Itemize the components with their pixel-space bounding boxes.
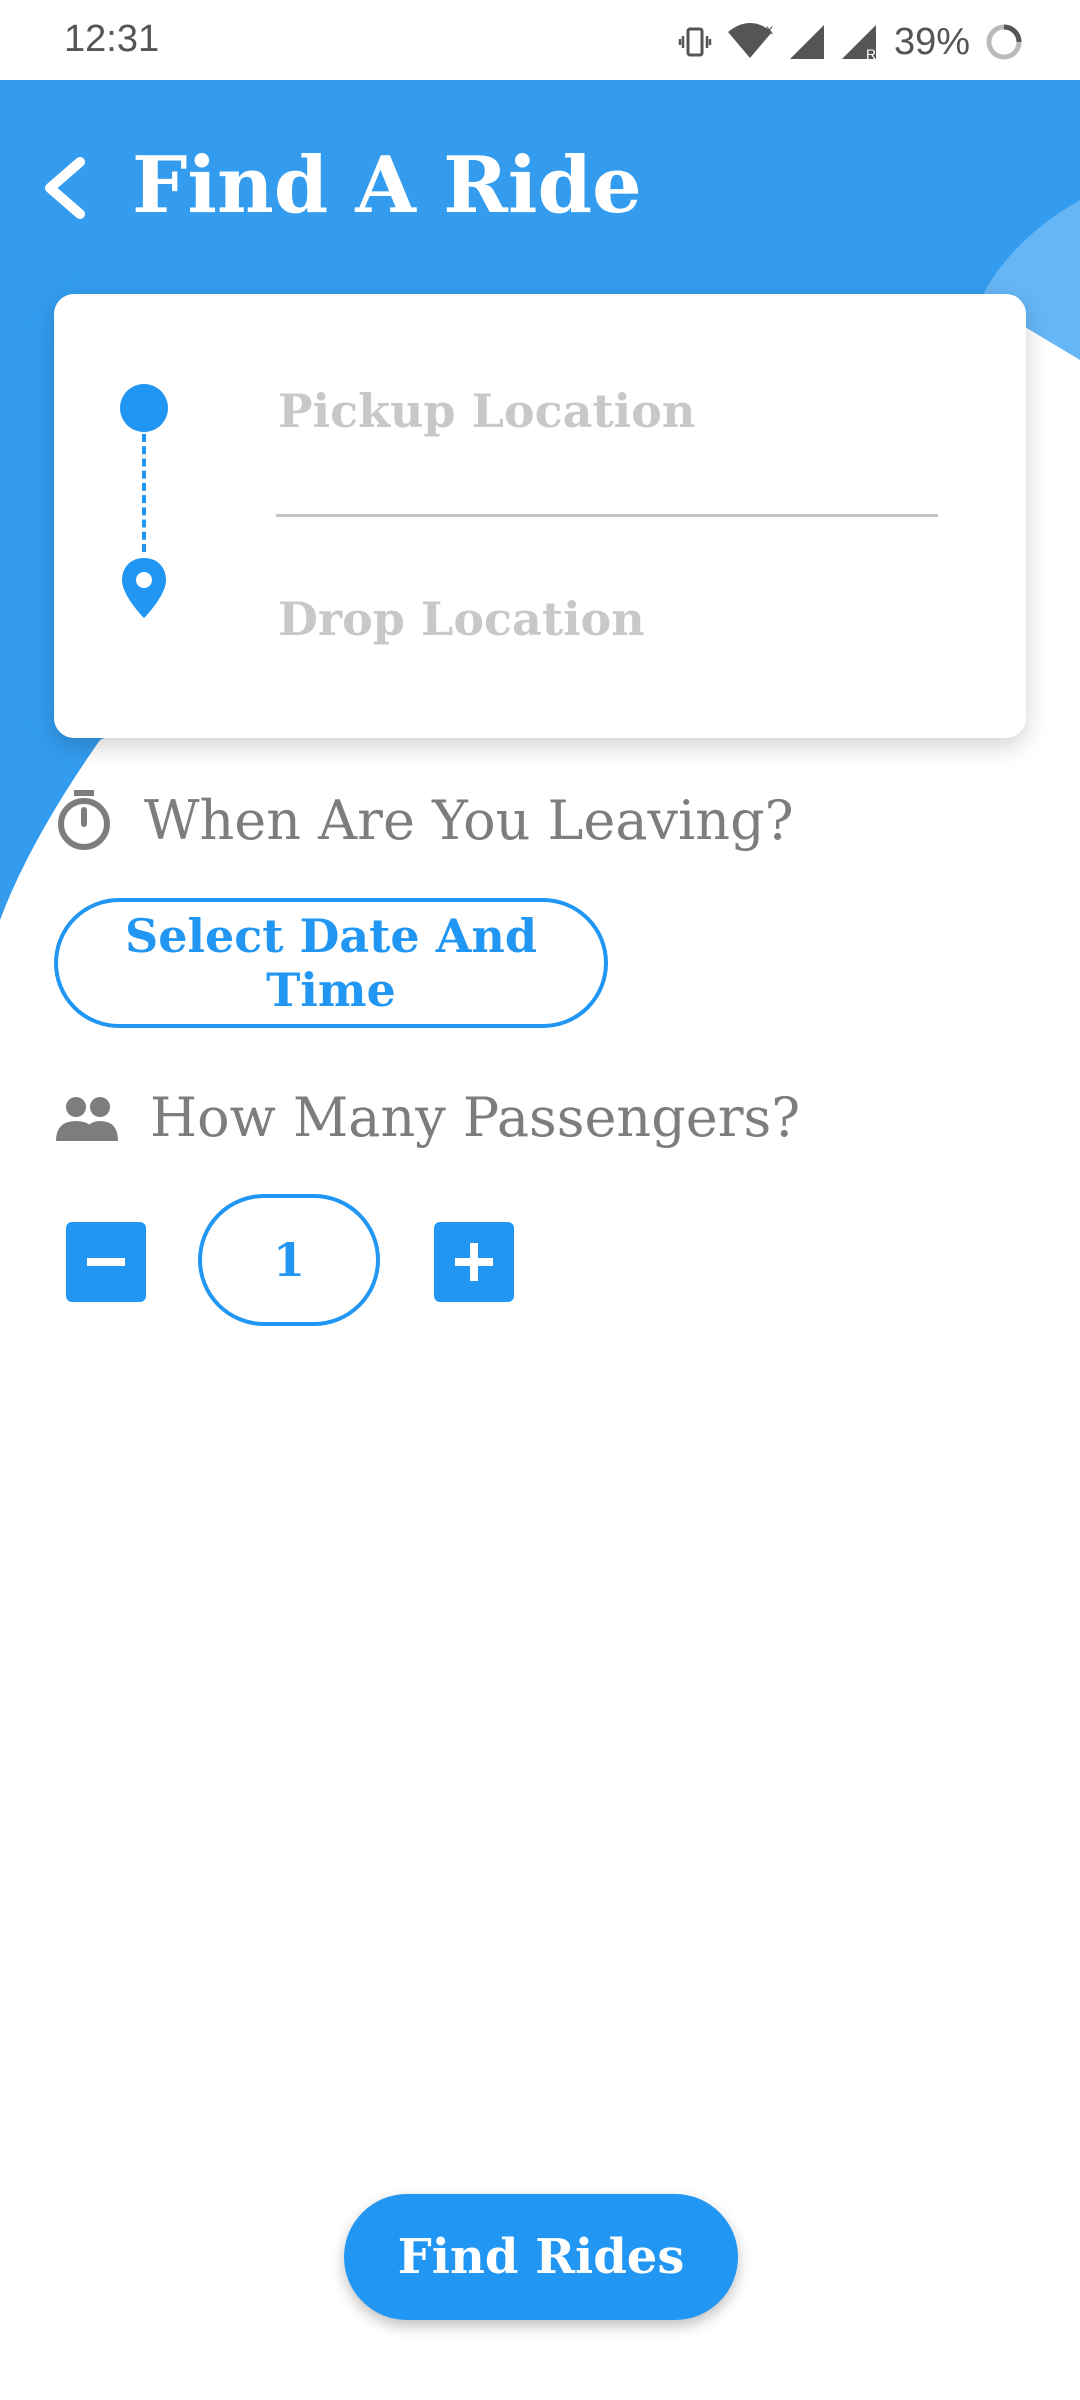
passengers-section-header: How Many Passengers? <box>54 1086 800 1149</box>
signal-roaming-icon: R <box>841 25 876 61</box>
location-pin-icon <box>122 558 166 618</box>
wifi-icon: x <box>727 22 773 58</box>
signal-icon <box>789 25 824 59</box>
decrement-passengers-button[interactable] <box>66 1222 146 1302</box>
find-rides-button[interactable]: Find Rides <box>344 2194 738 2320</box>
passengers-label: How Many Passengers? <box>150 1086 801 1149</box>
battery-ring-icon <box>986 24 1022 60</box>
pickup-location-input[interactable] <box>276 380 942 442</box>
pickup-dot-icon <box>120 384 168 432</box>
people-icon <box>56 1096 118 1141</box>
svg-text:x: x <box>766 22 773 37</box>
status-bar: 12:31 x R 39% <box>0 0 1080 80</box>
page-title: Find A Ride <box>132 140 642 231</box>
svg-text:R: R <box>866 46 876 61</box>
route-dashed-line <box>142 434 146 552</box>
when-label: When Are You Leaving? <box>144 788 794 852</box>
when-section-header: When Are You Leaving? <box>54 788 794 852</box>
status-time: 12:31 <box>64 18 160 60</box>
increment-passengers-button[interactable] <box>434 1222 514 1302</box>
minus-icon <box>87 1258 125 1266</box>
card-divider <box>276 514 938 517</box>
back-button[interactable] <box>30 148 100 228</box>
vibrate-icon <box>678 27 712 57</box>
battery-percent: 39% <box>893 20 970 63</box>
route-card <box>54 294 1026 738</box>
chevron-left-icon <box>45 157 85 219</box>
select-date-time-button[interactable]: Select Date And Time <box>54 898 608 1028</box>
stopwatch-icon <box>58 790 110 850</box>
status-icons: x R 39% <box>678 18 1024 66</box>
passenger-count: 1 <box>198 1194 380 1326</box>
drop-location-input[interactable] <box>276 588 942 650</box>
plus-icon <box>455 1243 493 1281</box>
